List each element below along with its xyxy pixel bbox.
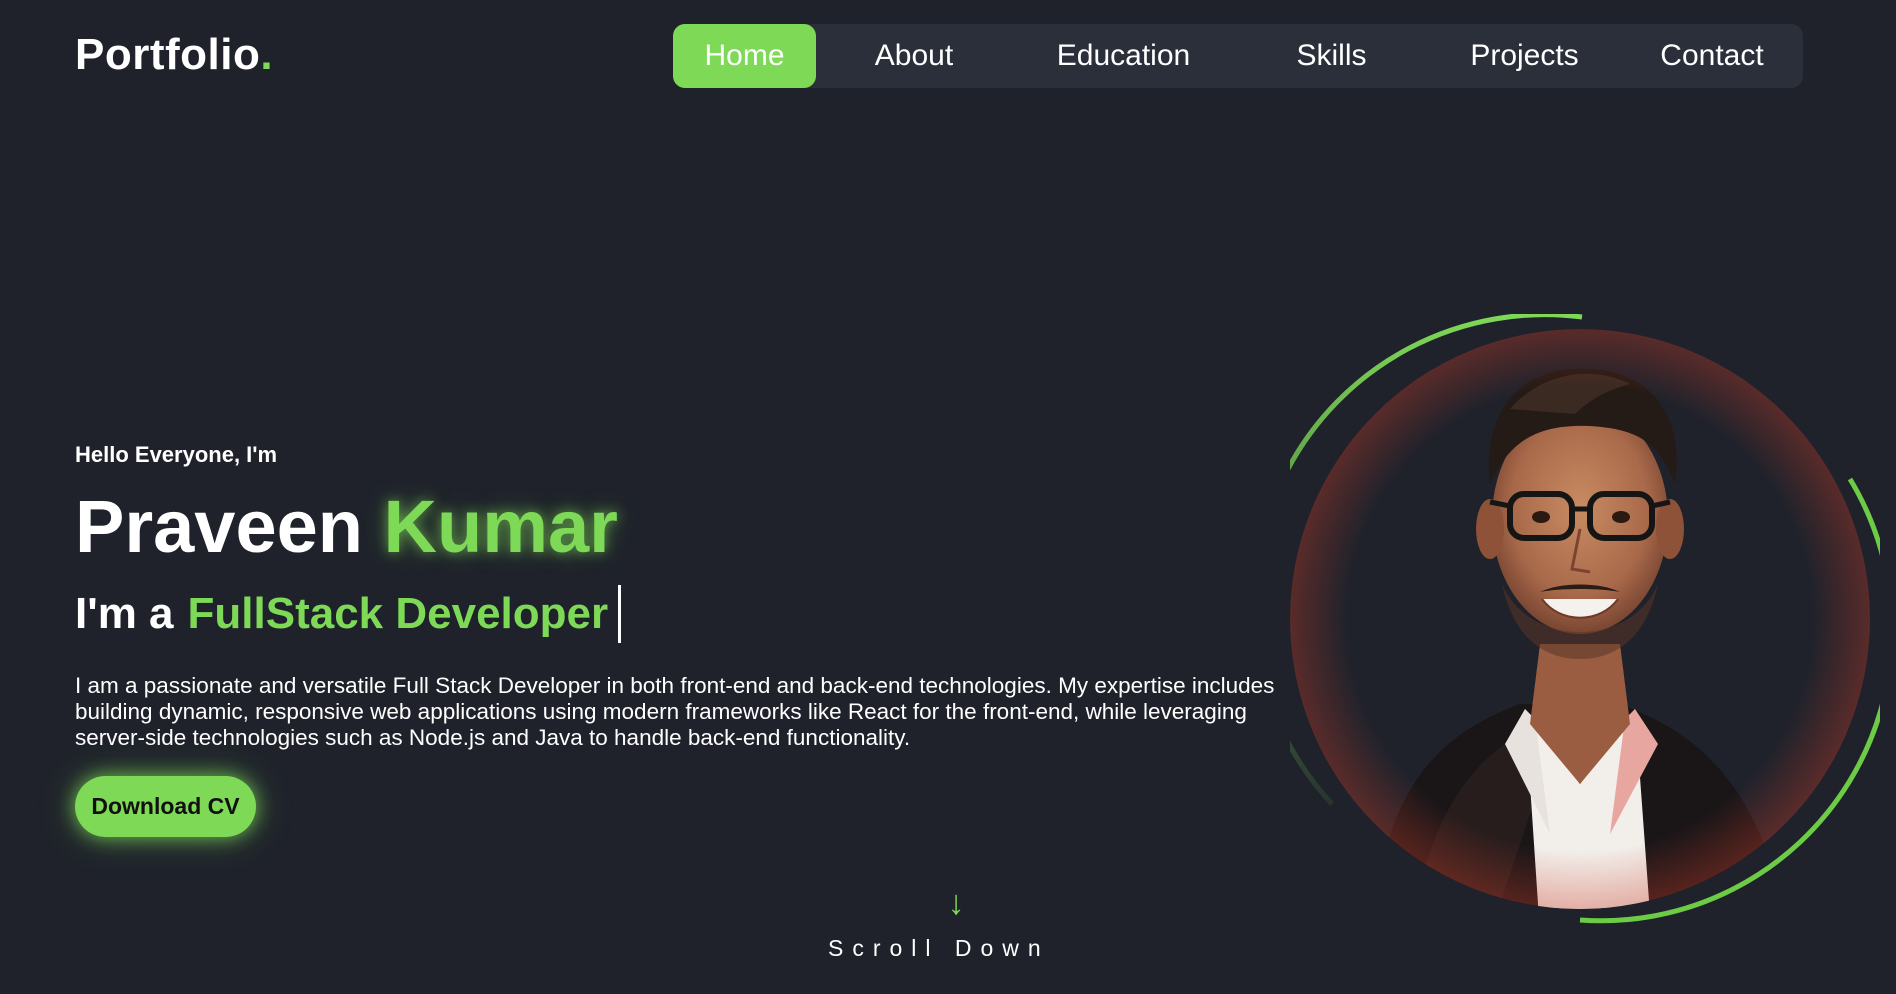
- logo[interactable]: Portfolio.: [75, 30, 273, 80]
- profile-portrait: [1290, 314, 1880, 934]
- hero-greeting: Hello Everyone, I'm: [75, 442, 278, 467]
- nav-item-skills[interactable]: Skills: [1235, 24, 1428, 88]
- hero-name: Praveen Kumar: [75, 484, 618, 569]
- nav-item-home[interactable]: Home: [673, 24, 816, 88]
- logo-dot: .: [260, 30, 274, 79]
- hero-role-highlight: FullStack Developer: [187, 589, 609, 638]
- typing-cursor: [618, 585, 622, 643]
- nav-item-about[interactable]: About: [816, 24, 1012, 88]
- main-nav: Home About Education Skills Projects Con…: [673, 24, 1803, 88]
- page: Portfolio. Home About Education Skills P…: [0, 0, 1896, 994]
- nav-item-projects[interactable]: Projects: [1428, 24, 1621, 88]
- scroll-down-label[interactable]: Scroll Down: [828, 935, 1050, 962]
- logo-text: Portfolio: [75, 30, 261, 79]
- hero-first-name: Praveen: [75, 485, 363, 568]
- download-cv-button[interactable]: Download CV: [75, 776, 256, 837]
- nav-item-contact[interactable]: Contact: [1621, 24, 1803, 88]
- hero-role-prefix: I'm a: [75, 589, 174, 638]
- hero-role: I'm a FullStack Developer: [75, 585, 622, 643]
- hero-bio: I am a passionate and versatile Full Sta…: [75, 673, 1275, 750]
- hero-last-name: Kumar: [383, 485, 618, 568]
- nav-item-education[interactable]: Education: [1012, 24, 1235, 88]
- arrow-down-icon[interactable]: ↓: [941, 884, 971, 923]
- portrait-illustration: [1290, 314, 1880, 924]
